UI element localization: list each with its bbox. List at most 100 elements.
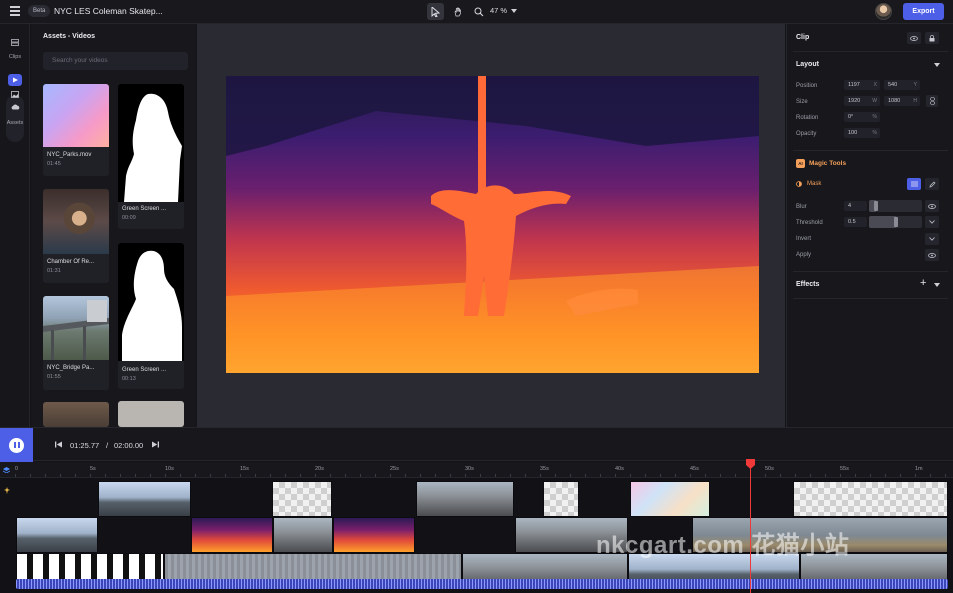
ruler-tick bbox=[870, 474, 871, 477]
ruler-tick bbox=[435, 474, 436, 477]
ruler-tick bbox=[570, 474, 571, 477]
timeline-clip[interactable] bbox=[191, 517, 273, 553]
timeline-clip[interactable] bbox=[273, 517, 333, 553]
asset-card[interactable]: NYC_Bridge Pa... 01:55 bbox=[43, 296, 109, 390]
ruler-tick bbox=[795, 474, 796, 477]
rotation-label: Rotation bbox=[796, 115, 819, 121]
menu-icon[interactable] bbox=[10, 6, 20, 16]
visibility-button[interactable] bbox=[907, 32, 921, 44]
ruler-label: 55s bbox=[840, 466, 849, 472]
clips-label[interactable]: Clips bbox=[0, 54, 30, 60]
ruler-tick bbox=[765, 474, 766, 477]
image-assets-button[interactable] bbox=[8, 88, 22, 100]
ruler-tick bbox=[135, 474, 136, 477]
zoom-level[interactable]: 47 % bbox=[490, 6, 507, 15]
opacity-unit: % bbox=[872, 130, 877, 136]
timeline-clip[interactable] bbox=[98, 481, 191, 517]
timeline-clip[interactable] bbox=[416, 481, 514, 517]
skip-forward-icon[interactable] bbox=[152, 441, 159, 448]
asset-name: Green Screen ... bbox=[122, 206, 167, 212]
ruler-label: 0 bbox=[15, 466, 19, 472]
ruler-tick bbox=[675, 474, 676, 477]
ruler-label: 1m bbox=[915, 466, 923, 472]
layout-title: Layout bbox=[796, 61, 819, 68]
opacity-input[interactable]: 100% bbox=[844, 128, 880, 138]
select-tool-button[interactable] bbox=[427, 3, 444, 20]
blur-visibility-button[interactable] bbox=[925, 200, 939, 212]
assets-label[interactable]: Assets bbox=[0, 120, 30, 126]
asset-card[interactable]: Green Screen ... 00:13 bbox=[118, 243, 184, 389]
asset-card[interactable] bbox=[118, 401, 184, 427]
asset-card[interactable] bbox=[43, 402, 109, 427]
size-label: Size bbox=[796, 99, 808, 105]
position-y-input[interactable]: 540 Y bbox=[884, 80, 920, 90]
silhouette-mask bbox=[122, 250, 182, 361]
hand-tool-button[interactable] bbox=[449, 3, 466, 20]
project-title[interactable]: NYC LES Coleman Skatep... bbox=[54, 5, 163, 17]
timeline-clip[interactable] bbox=[333, 517, 415, 553]
timeline-clip[interactable] bbox=[543, 481, 579, 517]
export-button[interactable]: Export bbox=[903, 3, 944, 20]
ruler-tick bbox=[495, 474, 496, 477]
chevron-down-icon[interactable] bbox=[511, 9, 517, 13]
size-width-input[interactable]: 1920 W bbox=[844, 96, 880, 106]
timeline-clip[interactable] bbox=[272, 481, 332, 517]
time-ruler[interactable]: 0 5s 10s 15s 20s 25s 30s 35s 40s 45s 50s 55s 1m bbox=[0, 462, 953, 478]
threshold-slider-fill bbox=[869, 216, 896, 228]
timeline-clip[interactable] bbox=[16, 517, 98, 553]
threshold-slider-knob[interactable] bbox=[893, 217, 898, 227]
ruler-tick bbox=[165, 474, 166, 477]
pause-button[interactable] bbox=[0, 428, 33, 462]
ruler-label: 15s bbox=[240, 466, 249, 472]
asset-card[interactable]: NYC_Parks.mov 01:45 bbox=[43, 84, 109, 176]
audio-waveform-track[interactable] bbox=[16, 579, 948, 589]
ruler-tick bbox=[75, 474, 76, 477]
asset-duration: 01:45 bbox=[47, 161, 61, 167]
skip-back-icon[interactable] bbox=[55, 441, 62, 448]
ruler-tick bbox=[600, 474, 601, 477]
audio-assets-button[interactable] bbox=[8, 101, 22, 113]
ruler-tick bbox=[360, 474, 361, 477]
timeline-clip[interactable] bbox=[630, 481, 710, 517]
lock-aspect-button[interactable] bbox=[926, 95, 938, 107]
total-time: 02:00.00 bbox=[114, 441, 144, 450]
threshold-input[interactable]: 0.5 bbox=[844, 217, 867, 227]
eye-icon bbox=[910, 35, 918, 41]
position-y-unit: Y bbox=[913, 82, 917, 88]
blur-input[interactable]: 4 bbox=[844, 201, 867, 211]
ruler-tick bbox=[60, 474, 61, 477]
search-input[interactable]: Search your videos bbox=[43, 52, 188, 70]
position-label: Position bbox=[796, 83, 818, 89]
invert-expand-button[interactable] bbox=[925, 233, 939, 245]
asset-duration: 01:31 bbox=[47, 268, 61, 274]
timeline-clip[interactable] bbox=[793, 481, 948, 517]
asset-card[interactable]: Chamber Of Re... 01:31 bbox=[43, 189, 109, 283]
rotation-input[interactable]: 0°% bbox=[844, 112, 880, 122]
add-effect-button[interactable]: + bbox=[920, 277, 926, 289]
threshold-expand-button[interactable] bbox=[925, 216, 939, 228]
effects-title: Effects bbox=[796, 281, 820, 288]
threshold-slider[interactable] bbox=[869, 216, 922, 228]
avatar[interactable] bbox=[875, 3, 892, 20]
position-y-value: 540 bbox=[888, 82, 898, 88]
chevron-down-icon[interactable] bbox=[934, 283, 940, 287]
video-assets-button[interactable] bbox=[8, 74, 22, 86]
apply-button[interactable] bbox=[925, 249, 939, 261]
chevron-down-icon[interactable] bbox=[934, 63, 940, 67]
mask-icon bbox=[796, 181, 802, 187]
position-x-input[interactable]: 1197 X bbox=[844, 80, 880, 90]
lock-button[interactable] bbox=[925, 32, 939, 44]
ruler-tick bbox=[390, 474, 391, 477]
ruler-tick bbox=[525, 474, 526, 477]
threshold-label: Threshold bbox=[796, 220, 823, 226]
mask-settings-button[interactable] bbox=[907, 178, 921, 190]
clips-icon[interactable] bbox=[11, 39, 19, 46]
video-preview[interactable] bbox=[226, 76, 759, 373]
asset-card[interactable]: Green Screen ... 00:09 bbox=[118, 84, 184, 229]
size-height-input[interactable]: 1080 H bbox=[884, 96, 920, 106]
blur-slider-knob[interactable] bbox=[873, 201, 878, 211]
zoom-tool-button[interactable] bbox=[470, 3, 487, 20]
blur-slider[interactable] bbox=[869, 200, 922, 212]
mask-edit-button[interactable] bbox=[925, 178, 939, 190]
ruler-tick bbox=[720, 474, 721, 477]
